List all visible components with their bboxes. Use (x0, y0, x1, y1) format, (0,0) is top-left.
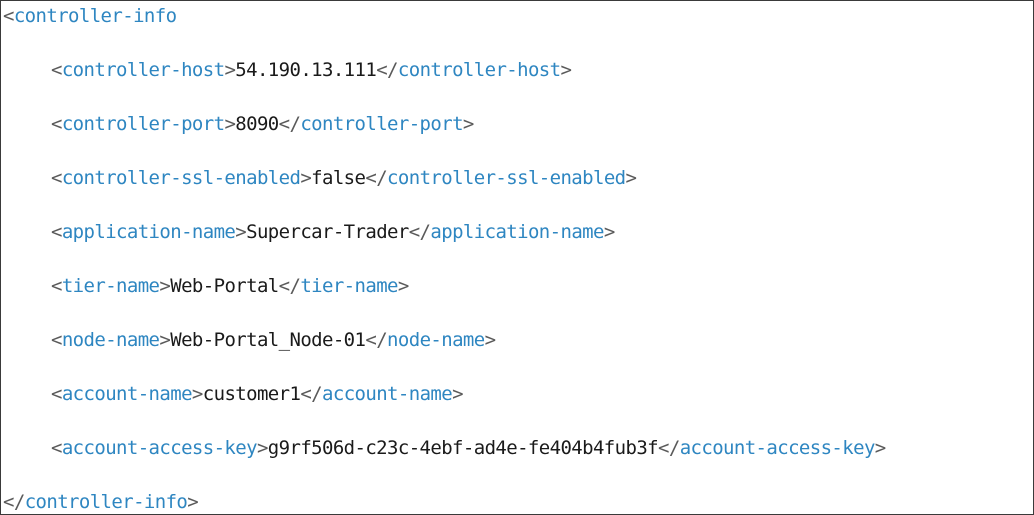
close-tag: controller-port (300, 113, 463, 135)
xml-element-line: <application-name>Supercar-Trader</appli… (51, 221, 615, 243)
open-tag: controller-port (61, 113, 225, 135)
xml-element-line: <tier-name>Web-Portal</tier-name> (51, 275, 409, 297)
element-value: 54.190.13.111 (235, 59, 377, 81)
open-tag: account-access-key (61, 437, 258, 459)
close-tag: account-access-key (679, 437, 876, 459)
xml-code-block: <controller-info <controller-host>54.190… (0, 0, 1034, 515)
root-close-tag: controller-info (24, 491, 188, 513)
close-tag: tier-name (300, 275, 398, 297)
open-tag: application-name (61, 221, 236, 243)
xml-element-line: <node-name>Web-Portal_Node-01</node-name… (51, 329, 496, 351)
element-value: Supercar-Trader (246, 221, 409, 243)
element-value: g9rf506d-c23c-4ebf-ad4e-fe404b4fub3f (267, 437, 659, 459)
open-tag: controller-ssl-enabled (61, 167, 301, 189)
xml-element-line: <account-access-key>g9rf506d-c23c-4ebf-a… (51, 437, 886, 459)
xml-element-line: <controller-ssl-enabled>false</controlle… (51, 167, 637, 189)
open-tag: node-name (61, 329, 160, 351)
root-open-tag: controller-info (13, 5, 177, 27)
xml-element-line: <controller-host>54.190.13.111</controll… (51, 59, 572, 81)
element-value: false (311, 167, 366, 189)
close-tag: controller-ssl-enabled (387, 167, 626, 189)
close-tag: node-name (387, 329, 485, 351)
close-tag: application-name (430, 221, 604, 243)
xml-element-line: <controller-port>8090</controller-port> (51, 113, 474, 135)
root-close-tag-line: </controller-info> (3, 491, 199, 513)
root-open-tag-line: <controller-info (3, 5, 177, 27)
xml-element-line: <account-name>customer1</account-name> (51, 383, 464, 405)
element-value: customer1 (202, 383, 301, 405)
open-tag: tier-name (61, 275, 160, 297)
open-tag: account-name (61, 383, 193, 405)
open-tag: controller-host (61, 59, 225, 81)
element-value: Web-Portal_Node-01 (170, 329, 366, 351)
element-value: Web-Portal (170, 275, 279, 297)
element-value: 8090 (235, 113, 279, 135)
close-tag: account-name (322, 383, 453, 405)
close-tag: controller-host (397, 59, 561, 81)
